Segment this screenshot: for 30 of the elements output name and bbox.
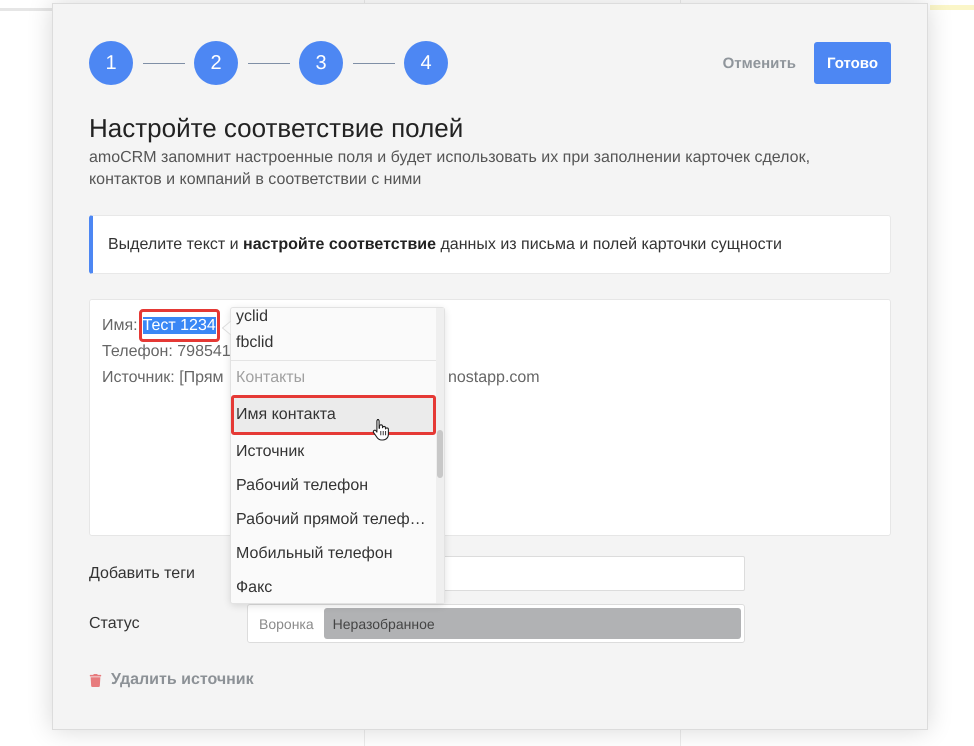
dialog-title: Настройте соответствие полей [89,112,464,144]
dropdown-option[interactable]: Рабочий телефон [231,469,436,503]
hand-cursor-icon [372,418,390,441]
status-select[interactable]: Воронка Неразобранное [247,604,745,643]
email-text: nostapp.com [448,368,540,388]
dropdown-option[interactable]: fbclid [231,326,436,360]
dropdown-option[interactable]: Источник [231,435,436,469]
email-text: Телефон: 798541 [102,343,231,360]
step-connector [248,62,290,64]
dropdown-option[interactable]: Мобильный телефон [231,537,436,571]
email-text: Имя: [102,317,138,334]
step-number: 1 [89,41,133,85]
pipeline-label: Воронка [258,614,315,634]
step-number: 4 [404,41,448,85]
step-connector [352,62,394,64]
dialog-description: amoCRM запомнит настроенные поля и будет использовать их при заполнении карточек сделок, контактов и компаний в соответствии с ними [89,148,812,190]
scrollbar-thumb[interactable] [437,430,443,478]
step-number: 2 [194,41,238,85]
hint-text: Выделите текст и настройте соответствие данных из письма и полей карточки сущности [108,236,782,254]
stage-pill: Неразобранное [324,608,741,639]
trash-icon [89,674,102,686]
selected-text: Тест 1234 [142,317,216,334]
dropdown-option[interactable]: yclid [231,308,436,326]
email-text: Источник: [Прям [102,369,224,386]
dropdown-option[interactable]: Факс [231,571,436,603]
tags-label: Добавить теги [89,564,196,582]
step-number: 3 [299,41,343,85]
dropdown-option[interactable]: Рабочий прямой телеф… [231,503,436,537]
step-connector [142,62,184,64]
status-label: Статус [89,614,141,632]
